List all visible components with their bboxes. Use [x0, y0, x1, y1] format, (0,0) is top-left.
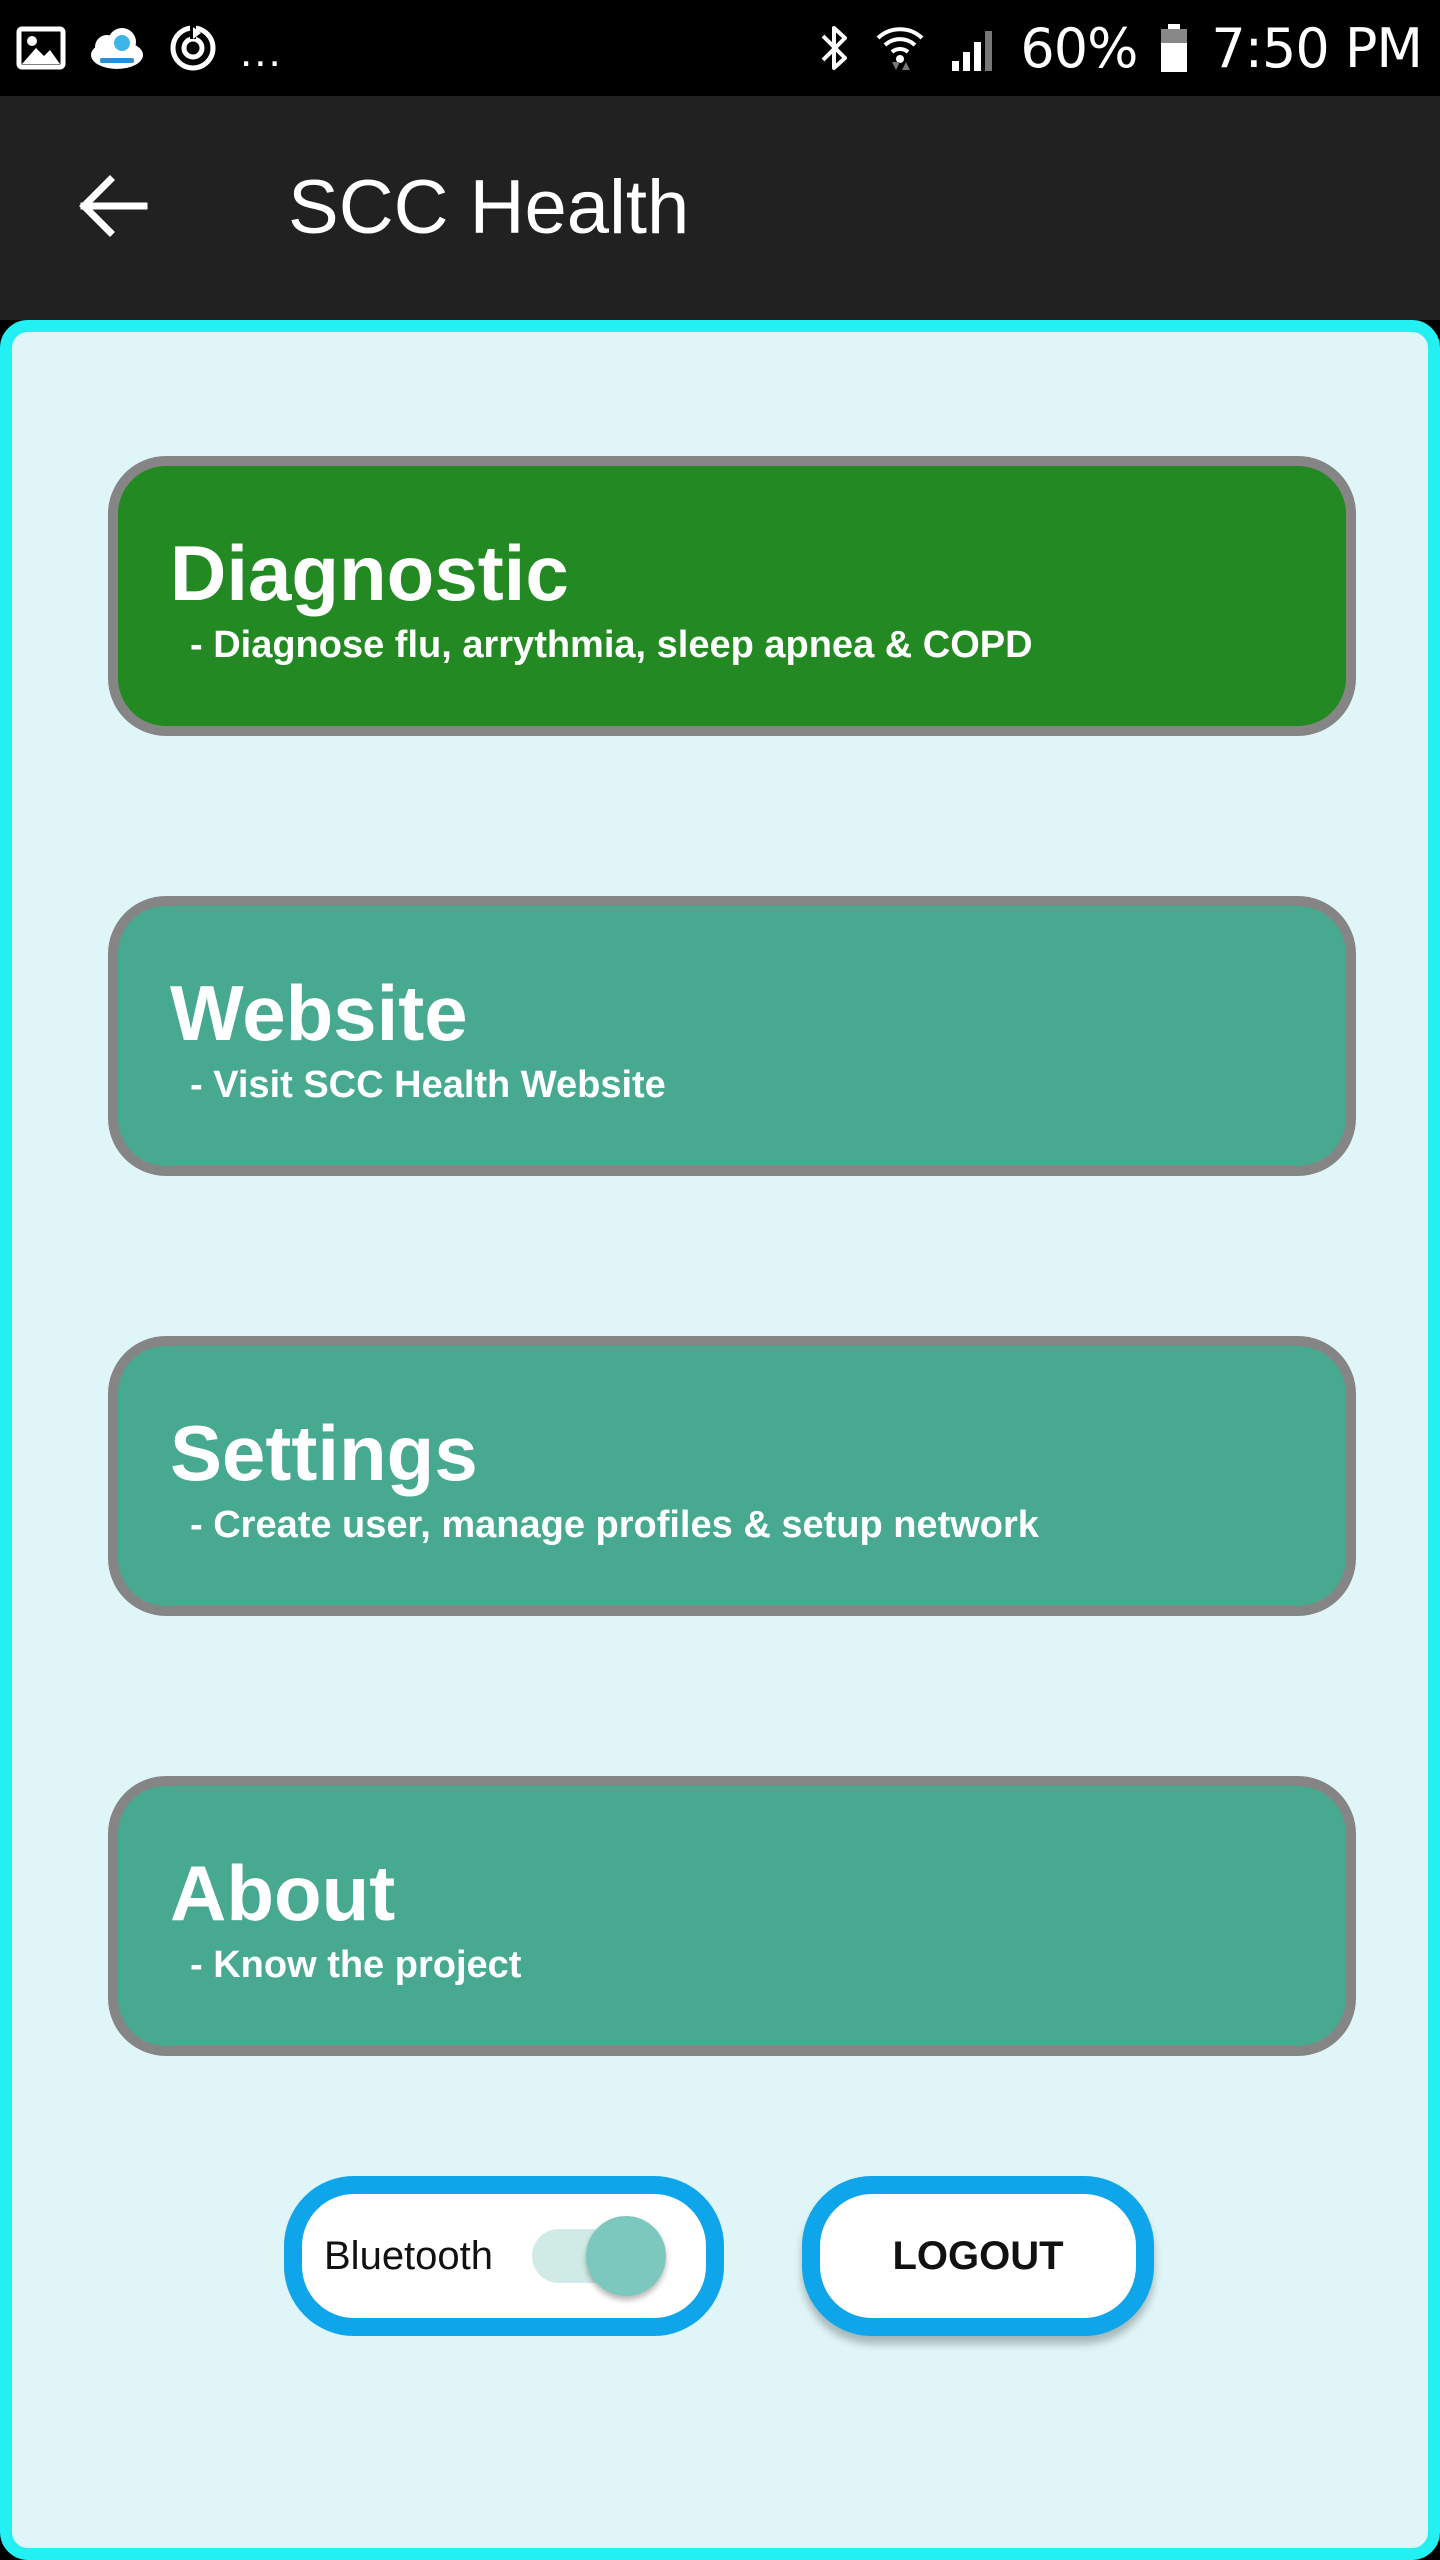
- about-title: About: [170, 1849, 396, 1937]
- logout-button[interactable]: LOGOUT: [802, 2176, 1154, 2336]
- battery-icon: [1159, 22, 1189, 74]
- website-title: Website: [170, 969, 468, 1057]
- settings-title: Settings: [170, 1409, 478, 1497]
- bluetooth-icon: [818, 22, 852, 74]
- about-button[interactable]: About - Know the project: [108, 1776, 1356, 2056]
- status-bar: ... 60% 7:50 PM: [0, 0, 1440, 96]
- page-title: SCC Health: [288, 165, 690, 250]
- back-button[interactable]: [70, 166, 154, 250]
- bluetooth-label: Bluetooth: [324, 2233, 494, 2278]
- status-time: 7:50 PM: [1211, 16, 1423, 80]
- sync-icon: [168, 23, 218, 73]
- website-subtitle: - Visit SCC Health Website: [190, 1064, 666, 1106]
- bluetooth-toggle[interactable]: Bluetooth: [284, 2176, 724, 2336]
- bluetooth-switch-thumb[interactable]: [586, 2216, 666, 2296]
- diagnostic-button[interactable]: Diagnostic - Diagnose flu, arrythmia, sl…: [108, 456, 1356, 736]
- arrow-back-icon: [76, 174, 148, 243]
- app-bar: SCC Health: [0, 96, 1440, 320]
- about-subtitle: - Know the project: [190, 1944, 522, 1986]
- diagnostic-title: Diagnostic: [170, 529, 569, 617]
- bottom-controls: Bluetooth LOGOUT: [0, 2168, 1440, 2336]
- notification-overflow: ...: [240, 27, 283, 76]
- settings-subtitle: - Create user, manage profiles & setup n…: [190, 1504, 1039, 1546]
- diagnostic-subtitle: - Diagnose flu, arrythmia, sleep apnea &…: [190, 624, 1033, 666]
- scc-health-app-icon: [88, 24, 146, 72]
- settings-button[interactable]: Settings - Create user, manage profiles …: [108, 1336, 1356, 1616]
- signal-icon: [948, 23, 998, 73]
- wifi-icon: [874, 22, 926, 74]
- gallery-icon: [16, 26, 66, 70]
- status-left-icons: ...: [16, 22, 283, 74]
- battery-percent: 60%: [1020, 16, 1138, 80]
- status-right-icons: 60% 7:50 PM: [818, 16, 1423, 80]
- website-button[interactable]: Website - Visit SCC Health Website: [108, 896, 1356, 1176]
